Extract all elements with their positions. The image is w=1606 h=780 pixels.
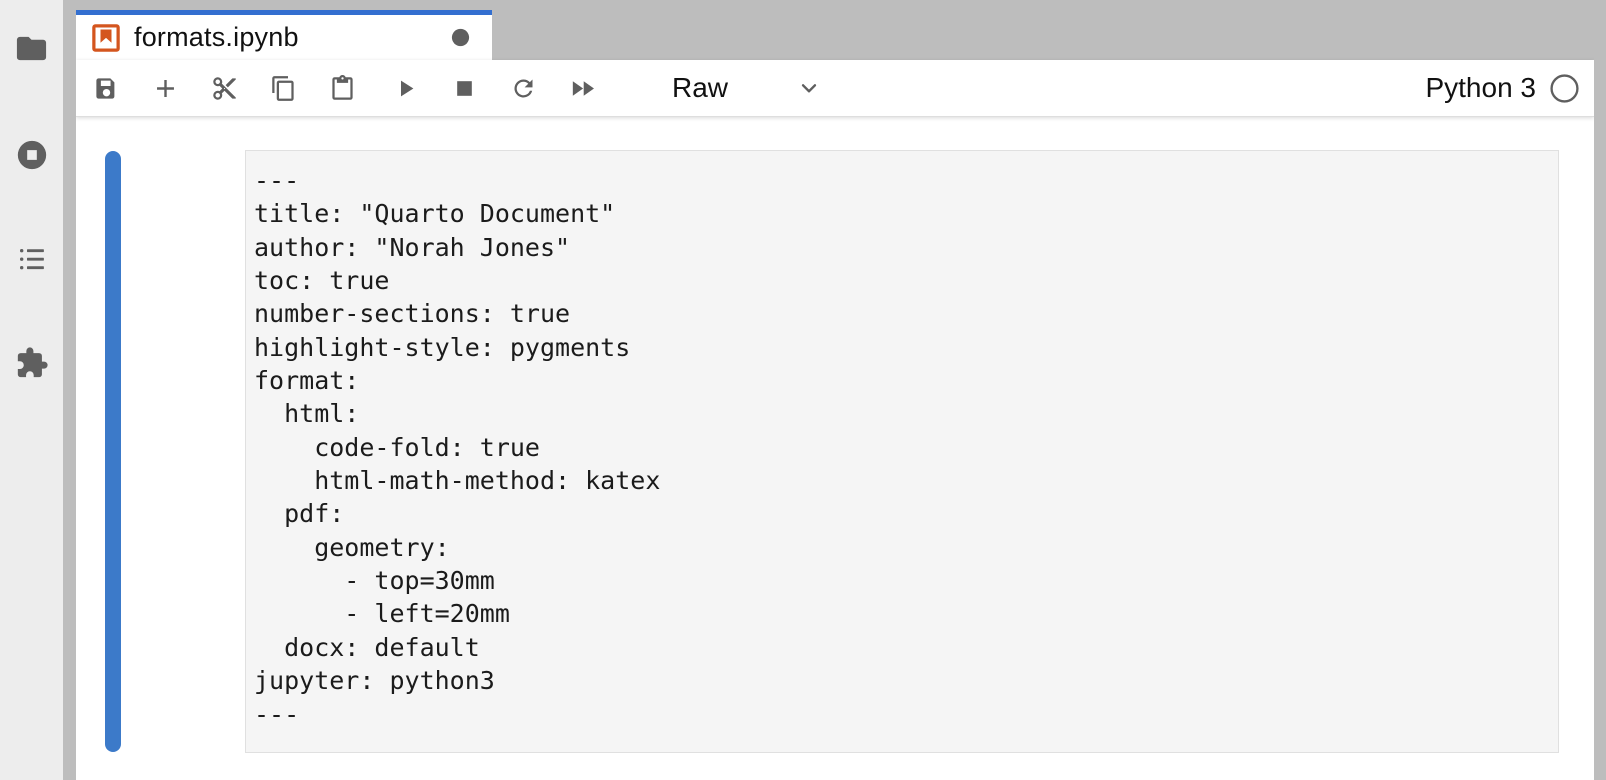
main-area: formats.ipynb [76, 0, 1594, 780]
tab-title: formats.ipynb [134, 22, 299, 53]
code-line: number-sections: true [254, 297, 1548, 330]
puzzle-icon [15, 346, 49, 380]
code-line: geometry: [254, 531, 1548, 564]
run-cell-button[interactable] [390, 70, 420, 106]
sidebar-item-running-sessions[interactable] [0, 132, 63, 178]
code-line: title: "Quarto Document" [254, 197, 1548, 230]
save-icon [93, 75, 120, 102]
unsaved-changes-indicator[interactable] [451, 28, 470, 47]
code-line: - left=20mm [254, 597, 1548, 630]
running-circle-icon [15, 138, 49, 172]
code-line: highlight-style: pygments [254, 331, 1548, 364]
restart-icon [510, 75, 537, 102]
code-line: author: "Norah Jones" [254, 231, 1548, 264]
activity-sidebar [0, 0, 63, 780]
copy-cells-button[interactable] [268, 70, 298, 106]
cut-icon [211, 75, 238, 102]
sidebar-item-table-of-contents[interactable] [0, 236, 63, 282]
sidebar-splitter[interactable] [63, 0, 76, 780]
save-button[interactable] [91, 70, 121, 106]
interrupt-kernel-button[interactable] [449, 70, 479, 106]
paste-cells-button[interactable] [327, 70, 357, 106]
code-line: pdf: [254, 497, 1548, 530]
notebook-panel: --- title: "Quarto Document" author: "No… [76, 117, 1594, 780]
code-line: jupyter: python3 [254, 664, 1548, 697]
notebook-icon [91, 23, 121, 53]
code-line: docx: default [254, 631, 1548, 664]
code-line: - top=30mm [254, 564, 1548, 597]
folder-icon [14, 31, 49, 66]
sidebar-item-extension-manager[interactable] [0, 340, 63, 386]
copy-icon [270, 75, 297, 102]
list-icon [17, 244, 47, 274]
run-icon [392, 75, 419, 102]
code-line: format: [254, 364, 1548, 397]
code-line: --- [254, 164, 1548, 197]
notebook-toolbar: Raw Python 3 [76, 60, 1594, 117]
active-cell-indicator[interactable] [105, 151, 121, 752]
kernel-area: Python 3 [1425, 72, 1586, 104]
raw-cell-editor[interactable]: --- title: "Quarto Document" author: "No… [245, 150, 1559, 753]
code-line: code-fold: true [254, 431, 1548, 464]
code-line: html: [254, 397, 1548, 430]
plus-icon [151, 74, 180, 103]
cell-type-value: Raw [672, 72, 728, 104]
code-line: toc: true [254, 264, 1548, 297]
right-edge-strip [1594, 0, 1606, 780]
fast-forward-icon [568, 74, 597, 103]
restart-kernel-button[interactable] [508, 70, 538, 106]
chevron-down-icon [796, 75, 822, 101]
paste-icon [329, 75, 356, 102]
tab-bar: formats.ipynb [76, 0, 1594, 60]
kernel-name[interactable]: Python 3 [1425, 72, 1536, 104]
restart-run-all-button[interactable] [567, 70, 597, 106]
code-line: --- [254, 698, 1548, 731]
kernel-idle-circle-icon [1549, 73, 1580, 104]
code-line: html-math-method: katex [254, 464, 1548, 497]
cell-type-dropdown[interactable]: Raw [654, 66, 822, 110]
insert-cell-button[interactable] [150, 70, 180, 106]
stop-icon [451, 75, 478, 102]
cut-cells-button[interactable] [209, 70, 239, 106]
sidebar-item-file-browser[interactable] [0, 25, 63, 71]
tab-formats-ipynb[interactable]: formats.ipynb [76, 10, 492, 60]
